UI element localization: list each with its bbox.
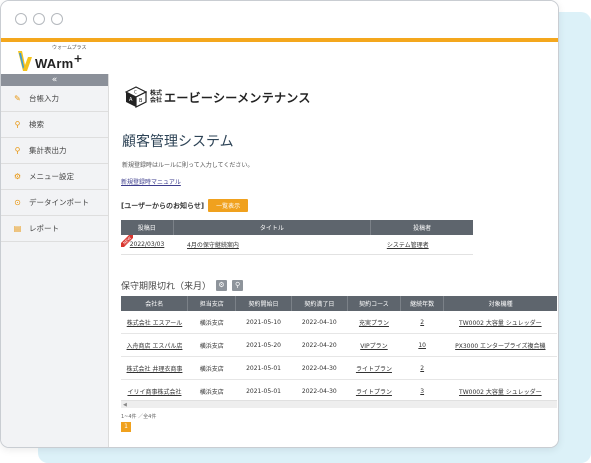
company-link[interactable]: 入舟商店 エスパル店 [127, 343, 183, 350]
course-link[interactable]: ライトプラン [356, 389, 392, 396]
end-date-cell: 2022-04-10 [291, 311, 348, 334]
start-date-cell: 2021-05-01 [235, 356, 292, 380]
sidebar-item-ledger-input[interactable]: ✎ 台帳入力 [1, 86, 108, 112]
years-link[interactable]: 3 [420, 388, 424, 395]
notices-label: [ユーザーからのお知らせ] [121, 201, 205, 210]
table-row: 株式会社 井理衣商事 横浜支店 2021-05-01 2022-04-30 ライ… [121, 356, 557, 380]
document-icon: ▤ [13, 224, 22, 233]
warm-logo[interactable]: ウォームプラス WArm + [18, 45, 87, 71]
page-title: 顧客管理システム [122, 134, 234, 150]
list-view-button[interactable]: 一覧表示 [208, 199, 249, 212]
sidebar-item-report[interactable]: ▤ レポート [1, 216, 108, 242]
column-header[interactable]: タイトル [173, 220, 372, 235]
notices-table: 投稿日 タイトル 投稿者 NEW 2022/03/03 4月の保守継続案内 シス… [121, 220, 473, 255]
sidebar-item-label: メニュー設定 [29, 172, 74, 181]
svg-text:A: A [129, 97, 133, 103]
notice-title[interactable]: 4月の保守継続案内 [187, 242, 239, 249]
window-titlebar [1, 1, 558, 42]
maintenance-table: 会社名 担当支店 契約開始日 契約満了日 契約コース 継続年数 対象機種 株式会… [121, 296, 557, 403]
column-header[interactable]: 対象機種 [443, 296, 557, 311]
maintenance-label: 保守期限切れ（来月） [121, 282, 212, 292]
start-date-cell: 2021-05-20 [235, 333, 292, 357]
company-link[interactable]: 株式会社 エスアール [127, 320, 183, 327]
course-link[interactable]: VIPプラン [360, 343, 388, 350]
company-link[interactable]: 株式会社 井理衣商事 [127, 366, 183, 373]
horizontal-scrollbar[interactable]: ◀ [121, 400, 557, 408]
logo-mark-icon [18, 49, 32, 71]
company-cube-icon: A B C [125, 86, 147, 108]
model-link[interactable]: PX3000 エンタープライズ複合機 [455, 343, 545, 350]
company-link[interactable]: イリイ商事株式会社 [127, 389, 181, 396]
app-window: ウォームプラス WArm + « ✎ 台帳入力 ⚲ 検索 ⚲ 集計表出力 ⚙ メ… [0, 0, 559, 448]
years-link[interactable]: 2 [420, 365, 424, 372]
sidebar-item-label: データインポート [29, 198, 89, 207]
search-icon: ⚲ [14, 146, 21, 155]
sidebar-item-label: レポート [29, 224, 59, 233]
manual-link[interactable]: 新規登録時マニュアル [121, 177, 181, 186]
intro-text: 新規登録時はルールに則って入力してください。 [122, 162, 254, 169]
pencil-icon: ✎ [14, 94, 21, 103]
sidebar-collapse-button[interactable]: « [1, 74, 108, 86]
logo-subtitle: ウォームプラス [52, 45, 87, 51]
model-link[interactable]: TW0002 大容量 シュレッダー [459, 389, 542, 396]
column-header[interactable]: 契約開始日 [235, 296, 292, 311]
logo-plus: + [73, 52, 83, 65]
notice-author[interactable]: システム管理者 [387, 242, 429, 249]
sidebar-item-data-import[interactable]: ⊙ データインポート [1, 190, 108, 216]
column-header[interactable]: 継続年数 [400, 296, 445, 311]
branch-cell: 横浜支店 [187, 333, 236, 357]
logo-wordmark: WArm [35, 56, 74, 71]
end-date-cell: 2022-04-20 [291, 333, 348, 357]
column-header[interactable]: 投稿日 [121, 220, 174, 235]
notice-date[interactable]: 2022/03/03 [130, 241, 165, 248]
settings-icon[interactable]: ⚙ [216, 280, 228, 291]
sidebar-item-label: 集計表出力 [29, 146, 67, 155]
sidebar-item-label: 検索 [29, 120, 44, 129]
new-badge: NEW [121, 235, 133, 247]
app-header: ウォームプラス WArm + [1, 42, 558, 75]
sidebar: « ✎ 台帳入力 ⚲ 検索 ⚲ 集計表出力 ⚙ メニュー設定 ⊙ データインポー… [1, 74, 109, 447]
page-button[interactable]: 1 [121, 422, 131, 432]
svg-text:C: C [134, 90, 137, 95]
model-link[interactable]: TW0002 大容量 シュレッダー [459, 320, 542, 327]
years-link[interactable]: 10 [418, 342, 426, 349]
column-header[interactable]: 担当支店 [187, 296, 237, 311]
company-type-bottom: 会社 [150, 97, 163, 104]
branch-cell: 横浜支店 [187, 311, 236, 334]
start-date-cell: 2021-05-10 [235, 311, 292, 334]
column-header[interactable]: 投稿者 [370, 220, 473, 235]
window-close-dot[interactable] [15, 13, 27, 25]
import-icon: ⊙ [14, 198, 21, 207]
window-maximize-dot[interactable] [51, 13, 63, 25]
sidebar-item-menu-settings[interactable]: ⚙ メニュー設定 [1, 164, 108, 190]
sidebar-item-label: 台帳入力 [29, 94, 59, 103]
column-header[interactable]: 会社名 [121, 296, 189, 311]
company-logo: A B C 株式 会社 エービーシーメンテナンス [125, 86, 311, 108]
maintenance-header: 保守期限切れ（来月） ⚙ ⚲ [121, 279, 244, 292]
search-icon[interactable]: ⚲ [232, 280, 244, 291]
company-type-top: 株式 [150, 90, 163, 97]
course-link[interactable]: ライトプラン [356, 366, 392, 373]
main-content: A B C 株式 会社 エービーシーメンテナンス 顧客管理システム 新規登録時は… [109, 74, 558, 447]
column-header[interactable]: 契約コース [347, 296, 402, 311]
sidebar-item-search[interactable]: ⚲ 検索 [1, 112, 108, 138]
table-row: 入舟商店 エスパル店 横浜支店 2021-05-20 2022-04-20 VI… [121, 333, 557, 357]
course-link[interactable]: 充実プラン [359, 320, 389, 327]
years-link[interactable]: 2 [420, 319, 424, 326]
company-name: エービーシーメンテナンス [164, 90, 311, 105]
window-minimize-dot[interactable] [33, 13, 45, 25]
notices-header: [ユーザーからのお知らせ] 一覧表示 [121, 199, 249, 212]
gear-icon: ⚙ [13, 172, 22, 181]
svg-text:B: B [139, 98, 143, 104]
scroll-left-icon[interactable]: ◀ [123, 402, 127, 408]
branch-cell: 横浜支店 [187, 356, 236, 380]
sidebar-item-summary-output[interactable]: ⚲ 集計表出力 [1, 138, 108, 164]
column-header[interactable]: 契約満了日 [291, 296, 348, 311]
table-row: NEW 2022/03/03 4月の保守継続案内 システム管理者 [121, 235, 473, 255]
record-count: 1~4件 ／全4件 [121, 414, 157, 420]
end-date-cell: 2022-04-30 [291, 356, 348, 380]
search-icon: ⚲ [14, 120, 21, 129]
table-row: 株式会社 エスアール 横浜支店 2021-05-10 2022-04-10 充実… [121, 311, 557, 334]
